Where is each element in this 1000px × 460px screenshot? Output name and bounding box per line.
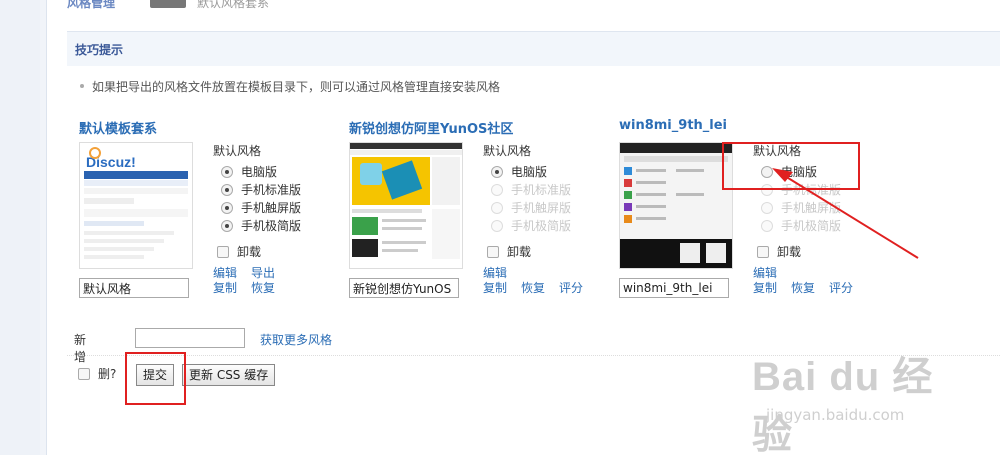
watermark-brand: Bai du 经验 xyxy=(752,355,934,457)
watermark-url: jingyan.baidu.com xyxy=(766,406,905,424)
baidu-watermark: Bai du 经验 jingyan.baidu.com xyxy=(752,344,952,457)
